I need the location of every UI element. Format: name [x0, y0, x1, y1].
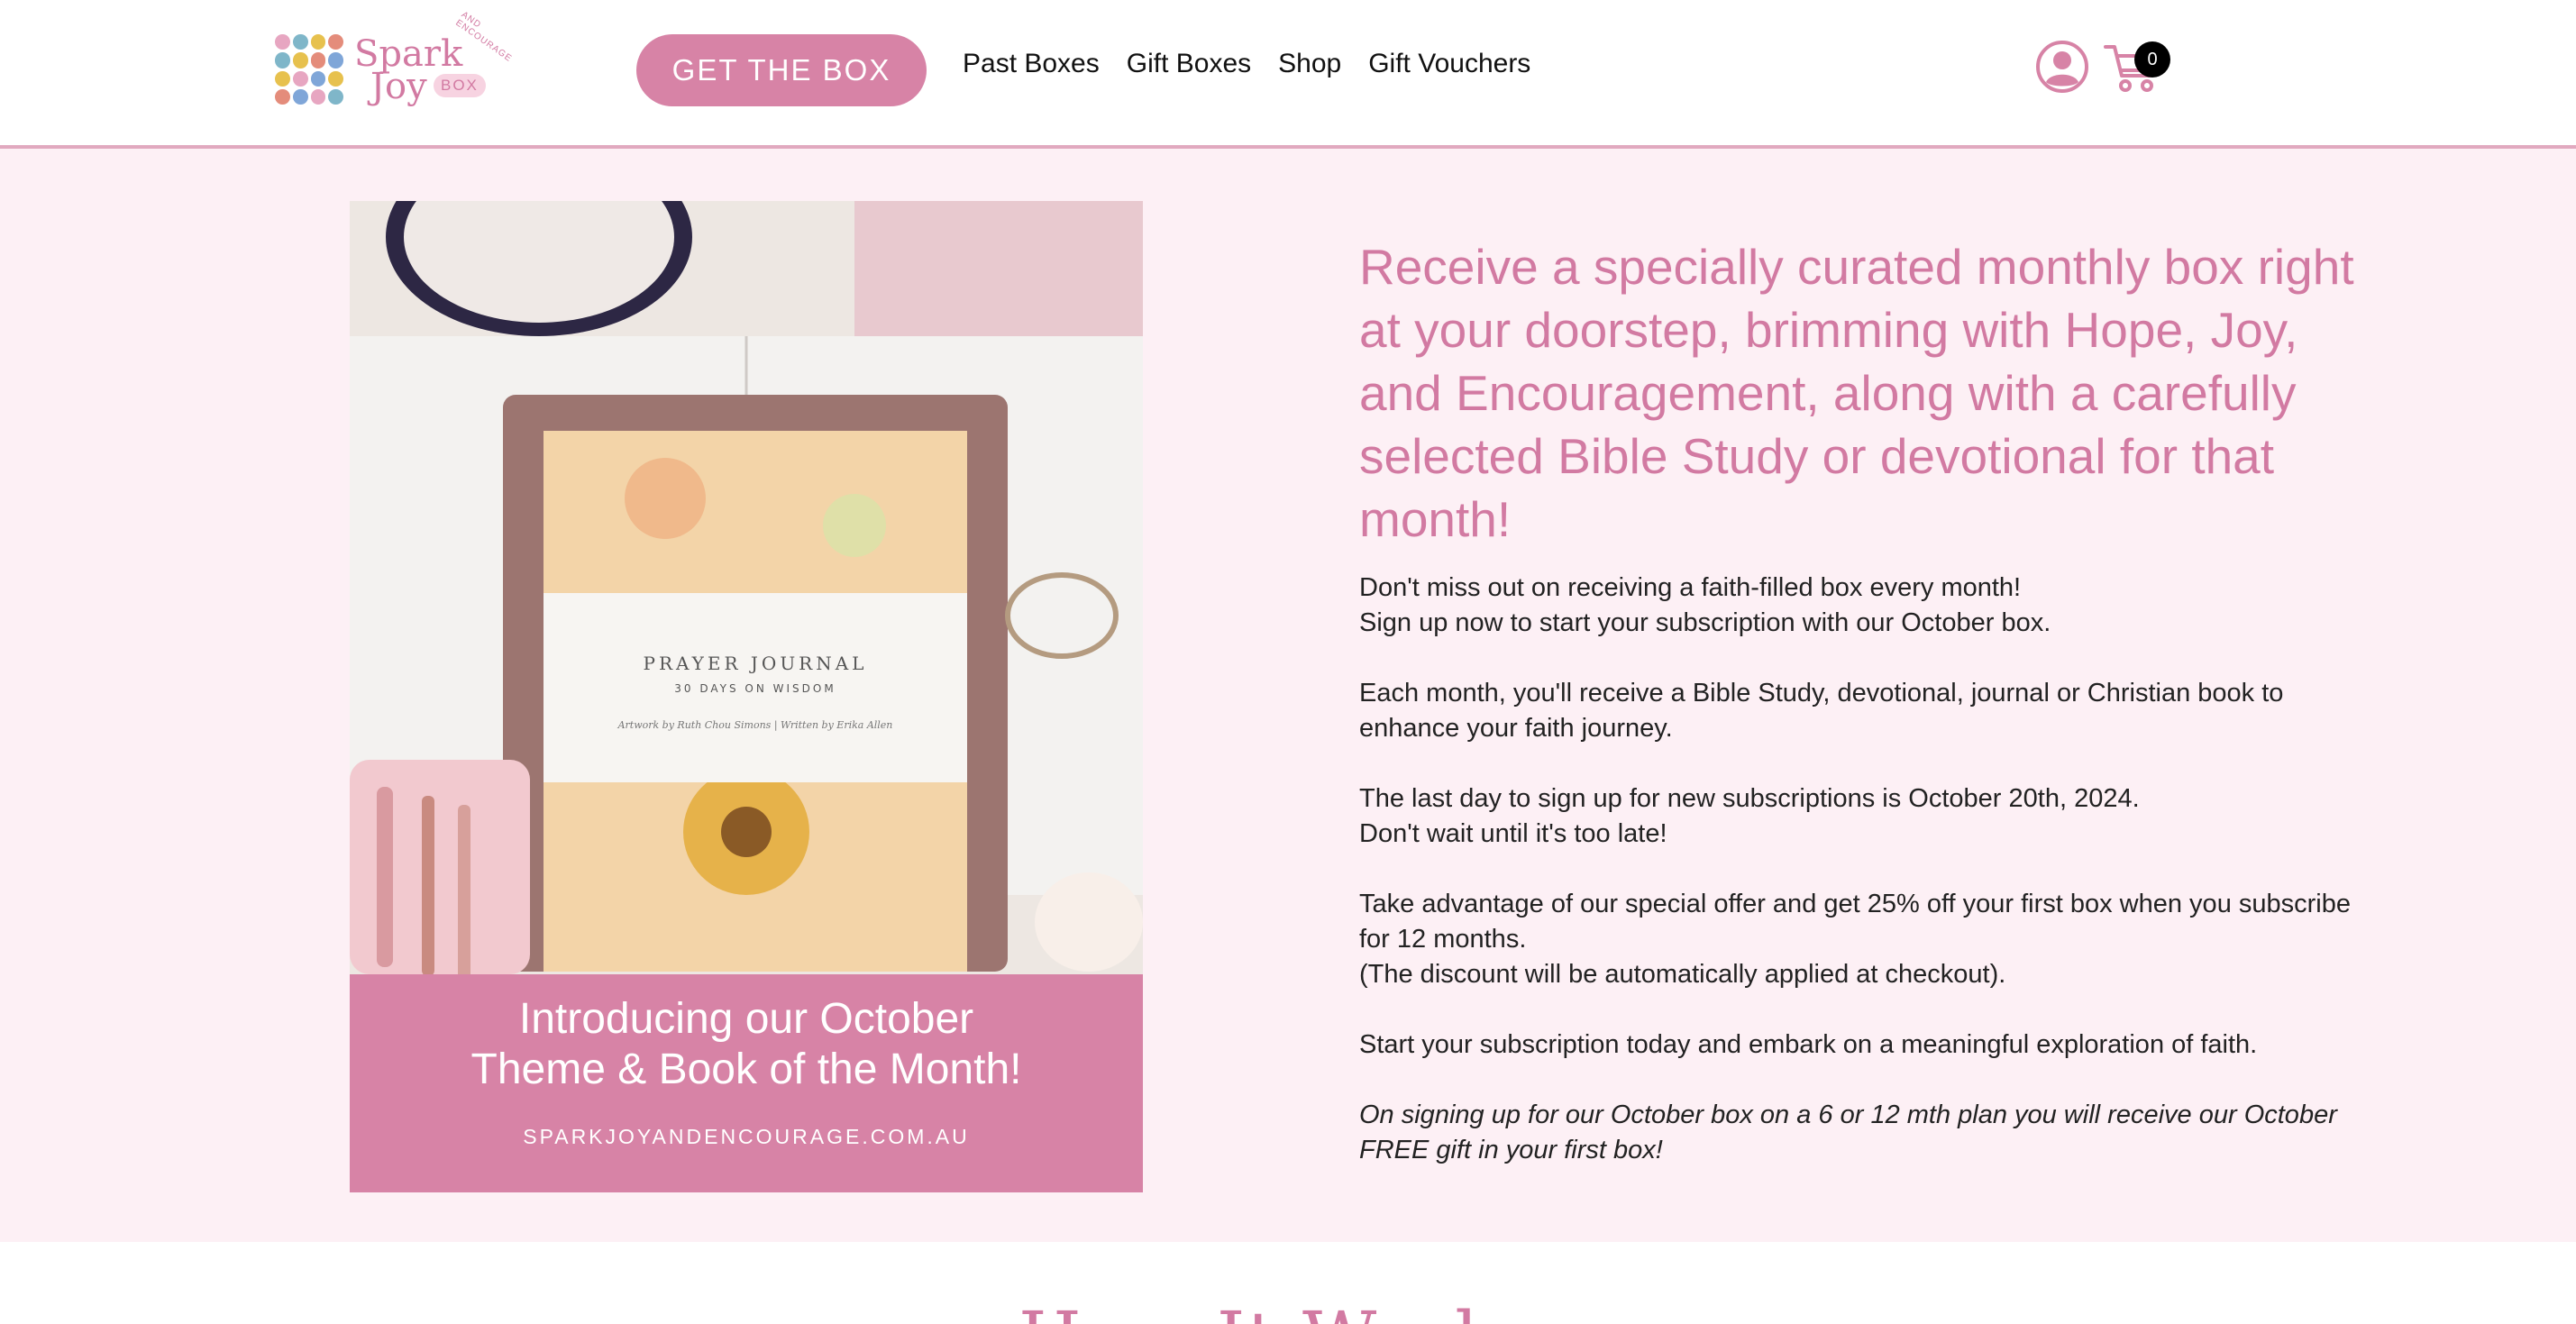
- paragraph-line: Don't miss out on receiving a faith-fill…: [1359, 573, 2022, 602]
- logo-box-text: BOX: [434, 74, 486, 97]
- how-it-works-heading: How It Works: [1019, 1296, 1539, 1324]
- paragraph-dont-miss: Don't miss out on receiving a faith-fill…: [1359, 571, 2369, 641]
- promo-card: PRAYER JOURNAL 30 DAYS ON WISDOM Artwork…: [350, 201, 1143, 1192]
- nav-gift-vouchers[interactable]: Gift Vouchers: [1368, 49, 1530, 79]
- journal-credit-text: Artwork by Ruth Chou Simons | Written by…: [617, 719, 893, 732]
- paragraph-line: Don't wait until it's too late!: [1359, 819, 1667, 848]
- site-logo[interactable]: Spark Joy BOX AND ENCOURAGE: [275, 10, 514, 113]
- paragraph-line: Take advantage of our special offer and …: [1359, 890, 2351, 954]
- cart-count-badge: 0: [2134, 41, 2170, 78]
- user-circle-icon[interactable]: [2035, 40, 2089, 94]
- how-it-works-section: How It Works: [0, 1242, 2576, 1324]
- journal-product-photo: PRAYER JOURNAL 30 DAYS ON WISDOM Artwork…: [350, 201, 1143, 974]
- nav-gift-boxes[interactable]: Gift Boxes: [1127, 49, 1251, 79]
- site-header: Spark Joy BOX AND ENCOURAGE GET THE BOX …: [0, 0, 2576, 149]
- get-the-box-button[interactable]: GET THE BOX: [636, 34, 927, 106]
- paragraph-free-gift: On signing up for our October box on a 6…: [1359, 1100, 2337, 1164]
- nav-shop[interactable]: Shop: [1278, 49, 1341, 79]
- paragraph-line: (The discount will be automatically appl…: [1359, 960, 2006, 989]
- logo-joy-text: Joy: [370, 66, 427, 107]
- paragraph-deadline: The last day to sign up for new subscrip…: [1359, 781, 2369, 852]
- logo-tagline: AND ENCOURAGE: [453, 9, 514, 65]
- promo-title: Introducing our October Theme & Book of …: [350, 994, 1143, 1095]
- hero-section: PRAYER JOURNAL 30 DAYS ON WISDOM Artwork…: [0, 149, 2576, 1242]
- journal-title-text: PRAYER JOURNAL: [644, 653, 868, 674]
- logo-mosaic-icon: [275, 34, 343, 105]
- paragraph-special-offer: Take advantage of our special offer and …: [1359, 887, 2369, 992]
- journal-subtitle-text: 30 DAYS ON WISDOM: [674, 682, 836, 695]
- paragraph-start-today: Start your subscription today and embark…: [1359, 1030, 2258, 1059]
- logo-wordmark: Spark Joy BOX AND ENCOURAGE: [354, 10, 514, 113]
- paragraph-line: Sign up now to start your subscription w…: [1359, 608, 2051, 637]
- hero-copy: Receive a specially curated monthly box …: [1359, 235, 2369, 1203]
- hero-headline: Receive a specially curated monthly box …: [1359, 239, 2354, 547]
- paragraph-line: The last day to sign up for new subscrip…: [1359, 784, 2140, 813]
- promo-title-line1: Introducing our October: [518, 995, 974, 1043]
- promo-title-line2: Theme & Book of the Month!: [470, 1046, 1022, 1093]
- promo-url: SPARKJOYANDENCOURAGE.COM.AU: [523, 1125, 970, 1148]
- paragraph-each-month: Each month, you'll receive a Bible Study…: [1359, 679, 2284, 743]
- nav-past-boxes[interactable]: Past Boxes: [963, 49, 1100, 79]
- main-nav: Past Boxes Gift Boxes Shop Gift Vouchers: [963, 49, 1530, 79]
